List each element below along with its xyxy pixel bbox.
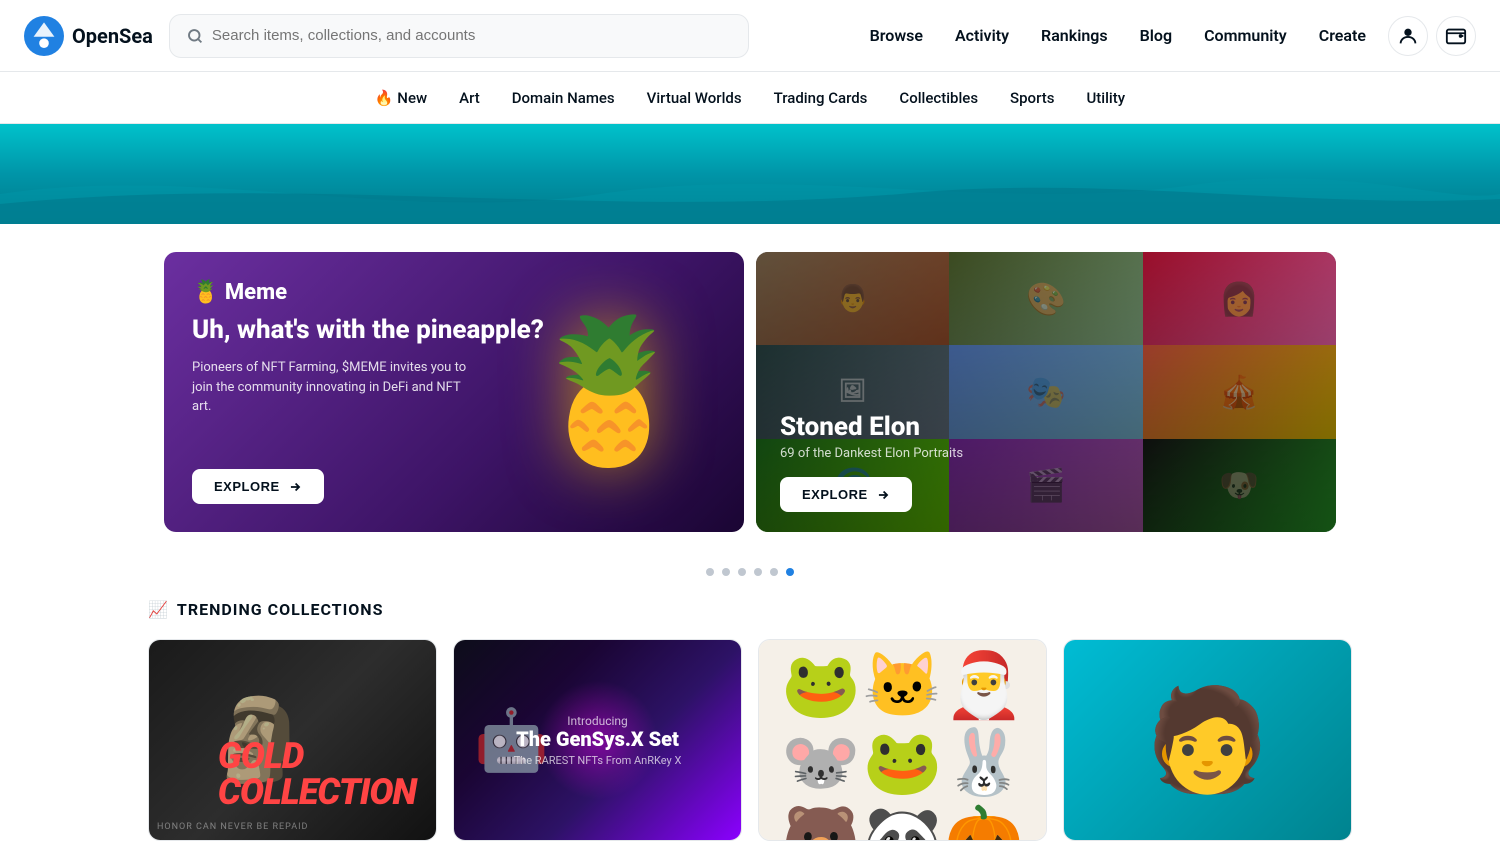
trending-title: TRENDING COLLECTIONS bbox=[177, 600, 384, 619]
stoned-elon-subtitle: 69 of the Dankest Elon Portraits bbox=[780, 446, 1312, 461]
gensys-subtitle: The RAREST NFTs From AnRKey X bbox=[514, 754, 682, 767]
nav-browse[interactable]: Browse bbox=[856, 18, 937, 53]
tokidoki-card-image: 🐸 🐱 🎅 🐭 🐸 🐰 🐻 🐼 🎃 🦁 👾 🐯 bbox=[759, 640, 1046, 840]
stoned-elon-title: Stoned Elon bbox=[780, 412, 1312, 442]
trending-card-gensys[interactable]: Introducing The GenSys.X Set The RAREST … bbox=[453, 639, 742, 841]
category-virtual-worlds[interactable]: Virtual Worlds bbox=[647, 89, 742, 107]
logo[interactable]: OpenSea bbox=[24, 16, 153, 56]
explore-right-label: EXPLORE bbox=[802, 487, 868, 502]
featured-left-content: 🍍 Meme Uh, what's with the pineapple? Pi… bbox=[164, 252, 744, 532]
tokidoki-char-8: 🐼 bbox=[863, 802, 943, 841]
header: OpenSea Browse Activity Rankings Blog Co… bbox=[0, 0, 1500, 72]
carousel-dot-4[interactable] bbox=[754, 568, 762, 576]
carousel-dot-6[interactable] bbox=[786, 568, 794, 576]
trending-card-tokidoki[interactable]: 🐸 🐱 🎅 🐭 🐸 🐰 🐻 🐼 🎃 🦁 👾 🐯 bbox=[758, 639, 1047, 841]
tokidoki-char-1: 🐸 bbox=[781, 648, 861, 723]
tokidoki-char-7: 🐻 bbox=[781, 802, 861, 841]
wallet-button[interactable] bbox=[1436, 16, 1476, 56]
header-icons bbox=[1388, 16, 1476, 56]
profile-button[interactable] bbox=[1388, 16, 1428, 56]
fourth-card-icon: 🧑 bbox=[1145, 682, 1270, 799]
gensys-intro: Introducing bbox=[514, 714, 682, 728]
nav-community[interactable]: Community bbox=[1190, 18, 1301, 53]
category-domain-names[interactable]: Domain Names bbox=[512, 89, 615, 107]
featured-right-overlay: Stoned Elon 69 of the Dankest Elon Portr… bbox=[756, 252, 1336, 532]
profile-icon bbox=[1397, 25, 1419, 47]
gold-card-image: 🗿 GOLDCOLLECTION HONOR CAN NEVER BE REPA… bbox=[149, 640, 436, 840]
tokidoki-char-2: 🐱 bbox=[863, 648, 943, 723]
nav-blog[interactable]: Blog bbox=[1126, 18, 1186, 53]
tokidoki-char-3: 🎅 bbox=[944, 648, 1024, 723]
category-sports[interactable]: Sports bbox=[1010, 89, 1054, 107]
category-trading-cards[interactable]: Trading Cards bbox=[774, 89, 868, 107]
featured-title: Uh, what's with the pineapple? bbox=[192, 315, 716, 346]
trending-header: 📈 TRENDING COLLECTIONS bbox=[148, 600, 1352, 619]
opensea-logo-icon bbox=[24, 16, 64, 56]
category-utility[interactable]: Utility bbox=[1086, 89, 1125, 107]
trending-card-gold[interactable]: 🗿 GOLDCOLLECTION HONOR CAN NEVER BE REPA… bbox=[148, 639, 437, 841]
nav-create[interactable]: Create bbox=[1305, 18, 1380, 53]
featured-card-meme[interactable]: 🍍 Meme Uh, what's with the pineapple? Pi… bbox=[164, 252, 744, 532]
arrow-right-icon bbox=[288, 480, 302, 494]
arrow-right-icon-2 bbox=[876, 488, 890, 502]
gold-collection-text: GOLDCOLLECTION bbox=[218, 738, 416, 810]
carousel-dot-3[interactable] bbox=[738, 568, 746, 576]
gensys-text: Introducing The GenSys.X Set The RAREST … bbox=[514, 714, 682, 767]
nav-rankings[interactable]: Rankings bbox=[1027, 18, 1122, 53]
nav-links: Browse Activity Rankings Blog Community … bbox=[856, 18, 1380, 53]
carousel-dot-5[interactable] bbox=[770, 568, 778, 576]
trending-section: 📈 TRENDING COLLECTIONS 🗿 GOLDCOLLECTION … bbox=[0, 592, 1500, 865]
explore-stoned-elon-button[interactable]: EXPLORE bbox=[780, 477, 912, 512]
tokidoki-char-4: 🐭 bbox=[781, 725, 861, 800]
trending-icon: 📈 bbox=[148, 600, 169, 619]
category-collectibles[interactable]: Collectibles bbox=[899, 89, 978, 107]
category-art[interactable]: Art bbox=[459, 89, 480, 107]
tokidoki-char-6: 🐰 bbox=[944, 725, 1024, 800]
fourth-card-image: 🧑 bbox=[1064, 640, 1351, 840]
carousel-dot-1[interactable] bbox=[706, 568, 714, 576]
featured-left-top: 🍍 Meme Uh, what's with the pineapple? Pi… bbox=[192, 280, 716, 417]
trending-grid: 🗿 GOLDCOLLECTION HONOR CAN NEVER BE REPA… bbox=[148, 639, 1352, 841]
gold-motto: HONOR CAN NEVER BE REPAID bbox=[157, 822, 308, 832]
search-bar[interactable] bbox=[169, 14, 749, 58]
trending-card-abstract[interactable]: 🧑 bbox=[1063, 639, 1352, 841]
explore-meme-button[interactable]: EXPLORE bbox=[192, 469, 324, 504]
nav-activity[interactable]: Activity bbox=[941, 18, 1023, 53]
carousel-dots bbox=[0, 560, 1500, 592]
featured-section: 🍍 Meme Uh, what's with the pineapple? Pi… bbox=[0, 224, 1500, 560]
wallet-icon bbox=[1445, 25, 1467, 47]
meme-badge: 🍍 Meme bbox=[192, 280, 716, 305]
tokidoki-char-5: 🐸 bbox=[863, 725, 943, 800]
category-bar: 🔥 New Art Domain Names Virtual Worlds Tr… bbox=[0, 72, 1500, 124]
logo-text: OpenSea bbox=[72, 24, 153, 48]
gensys-card-image: Introducing The GenSys.X Set The RAREST … bbox=[454, 640, 741, 840]
featured-description: Pioneers of NFT Farming, $MEME invites y… bbox=[192, 358, 472, 417]
explore-label: EXPLORE bbox=[214, 479, 280, 494]
category-new[interactable]: 🔥 New bbox=[375, 89, 427, 107]
search-input[interactable] bbox=[212, 27, 732, 44]
featured-card-stoned-elon[interactable]: 👨 🎨 👩 🖼 🎭 🎪 🌀 🎬 🐶 Stoned Elon 69 of the … bbox=[756, 252, 1336, 532]
tokidoki-char-9: 🎃 bbox=[944, 802, 1024, 841]
hero-wave bbox=[0, 164, 1500, 224]
gensys-title: The GenSys.X Set bbox=[514, 728, 682, 750]
hero-banner bbox=[0, 124, 1500, 224]
search-icon bbox=[186, 27, 204, 45]
carousel-dot-2[interactable] bbox=[722, 568, 730, 576]
